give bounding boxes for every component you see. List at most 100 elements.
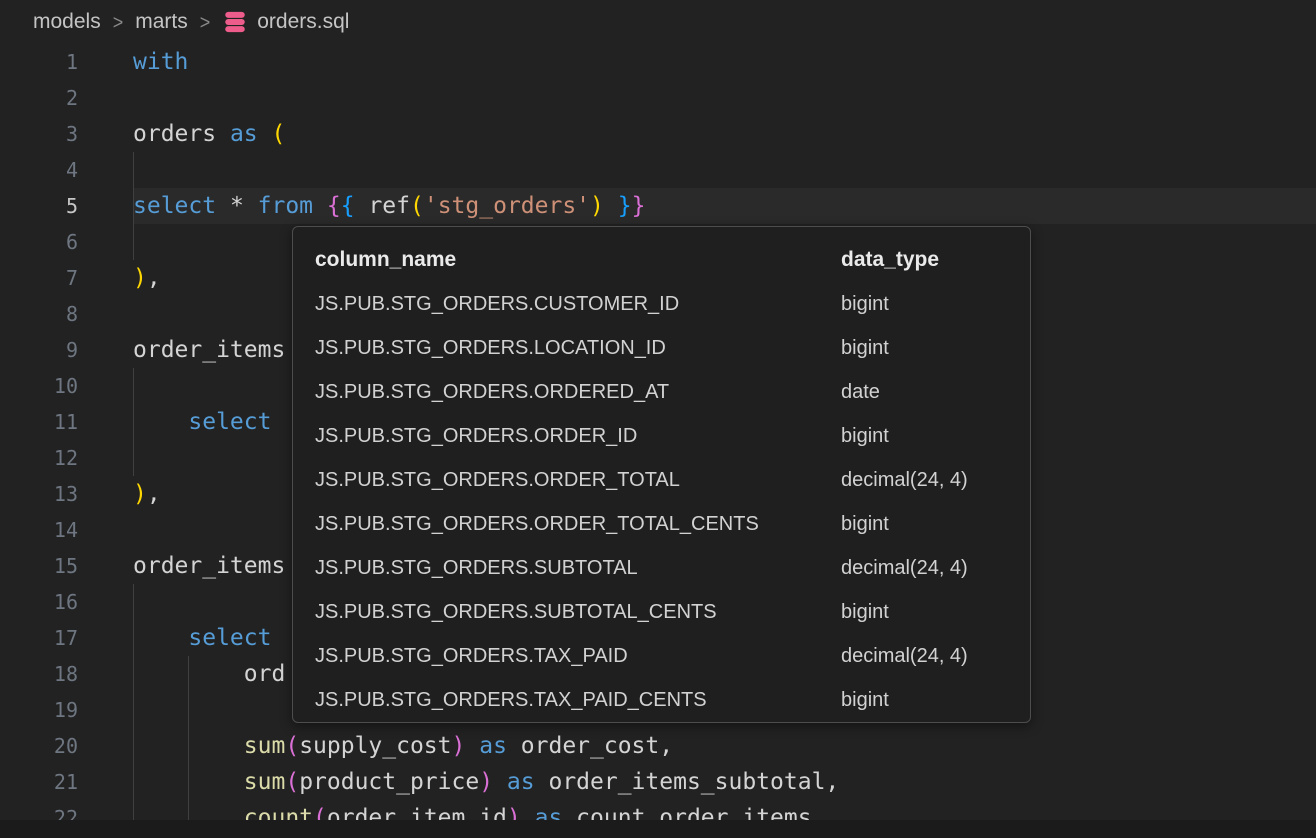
token-b2: ( bbox=[285, 769, 299, 795]
line-number-15[interactable]: 15 bbox=[0, 548, 78, 584]
line-number-1[interactable]: 1 bbox=[0, 44, 78, 80]
token-id bbox=[493, 769, 507, 795]
indent-guide bbox=[133, 224, 134, 260]
tooltip-column-row-2: JS.PUB.STG_ORDERS.ORDERED_ATdate bbox=[315, 370, 1008, 414]
data-type-value: bigint bbox=[841, 293, 1008, 316]
line-number-3[interactable]: 3 bbox=[0, 116, 78, 152]
code-line-2[interactable]: 2 bbox=[0, 80, 1316, 116]
token-kw: from bbox=[258, 193, 313, 219]
token-b2: } bbox=[632, 193, 646, 219]
column-info-tooltip: column_name data_type JS.PUB.STG_ORDERS.… bbox=[292, 226, 1031, 723]
token-id: ref bbox=[355, 193, 410, 219]
column-name-value: JS.PUB.STG_ORDERS.TAX_PAID_CENTS bbox=[315, 689, 841, 712]
code-text: ), bbox=[133, 476, 161, 512]
code-text: select * from {{ ref('stg_orders') }} bbox=[133, 188, 645, 224]
code-line-1[interactable]: 1 with bbox=[0, 44, 1316, 80]
token-id: , bbox=[147, 265, 161, 291]
token-kw: select bbox=[188, 409, 271, 435]
token-b2: { bbox=[327, 193, 341, 219]
line-number-14[interactable]: 14 bbox=[0, 512, 78, 548]
token-b1: ( bbox=[272, 121, 286, 147]
line-number-19[interactable]: 19 bbox=[0, 692, 78, 728]
data-type-value: bigint bbox=[841, 601, 1008, 624]
token-id bbox=[133, 769, 244, 795]
editor-bottom-edge bbox=[0, 820, 1316, 838]
token-id bbox=[133, 625, 188, 651]
token-id: orders bbox=[133, 121, 230, 147]
code-text: ord bbox=[133, 656, 285, 692]
line-number-17[interactable]: 17 bbox=[0, 620, 78, 656]
database-icon bbox=[222, 9, 248, 35]
breadcrumb-item-marts[interactable]: marts bbox=[135, 10, 188, 34]
line-number-6[interactable]: 6 bbox=[0, 224, 78, 260]
tooltip-column-row-0: JS.PUB.STG_ORDERS.CUSTOMER_IDbigint bbox=[315, 282, 1008, 326]
tooltip-header-row: column_name data_type bbox=[315, 238, 1008, 282]
token-kw: select bbox=[188, 625, 271, 651]
token-b1: ) bbox=[133, 265, 147, 291]
code-text: ), bbox=[133, 260, 161, 296]
line-number-20[interactable]: 20 bbox=[0, 728, 78, 764]
code-line-20[interactable]: 20 sum(supply_cost) as order_cost, bbox=[0, 728, 1316, 764]
indent-guide bbox=[188, 692, 189, 728]
column-name-value: JS.PUB.STG_ORDERS.ORDER_TOTAL_CENTS bbox=[315, 513, 841, 536]
code-line-21[interactable]: 21 sum(product_price) as order_items_sub… bbox=[0, 764, 1316, 800]
data-type-value: decimal(24, 4) bbox=[841, 557, 1008, 580]
code-text: with bbox=[133, 44, 188, 80]
token-kw: as bbox=[230, 121, 258, 147]
code-line-3[interactable]: 3 orders as ( bbox=[0, 116, 1316, 152]
column-name-value: JS.PUB.STG_ORDERS.ORDER_ID bbox=[315, 425, 841, 448]
token-id: order_items bbox=[133, 337, 285, 363]
token-id bbox=[465, 733, 479, 759]
chevron-right-icon: > bbox=[200, 10, 211, 34]
code-line-5[interactable]: 5 select * from {{ ref('stg_orders') }} bbox=[0, 188, 1316, 224]
code-text: sum(supply_cost) as order_cost, bbox=[133, 728, 673, 764]
column-name-value: JS.PUB.STG_ORDERS.ORDERED_AT bbox=[315, 381, 841, 404]
code-text: order_items bbox=[133, 332, 285, 368]
token-b3: { bbox=[341, 193, 355, 219]
line-number-4[interactable]: 4 bbox=[0, 152, 78, 188]
line-number-13[interactable]: 13 bbox=[0, 476, 78, 512]
tooltip-column-row-1: JS.PUB.STG_ORDERS.LOCATION_IDbigint bbox=[315, 326, 1008, 370]
column-name-value: JS.PUB.STG_ORDERS.CUSTOMER_ID bbox=[315, 293, 841, 316]
tooltip-header-data-type: data_type bbox=[841, 248, 1008, 272]
code-line-4[interactable]: 4 bbox=[0, 152, 1316, 188]
token-b1: ) bbox=[133, 481, 147, 507]
line-number-2[interactable]: 2 bbox=[0, 80, 78, 116]
data-type-value: decimal(24, 4) bbox=[841, 645, 1008, 668]
indent-guide bbox=[133, 152, 134, 188]
line-number-12[interactable]: 12 bbox=[0, 440, 78, 476]
code-text: select bbox=[133, 620, 271, 656]
line-number-5[interactable]: 5 bbox=[0, 188, 78, 224]
line-number-7[interactable]: 7 bbox=[0, 260, 78, 296]
token-id: product_price bbox=[299, 769, 479, 795]
line-number-21[interactable]: 21 bbox=[0, 764, 78, 800]
line-number-8[interactable]: 8 bbox=[0, 296, 78, 332]
line-number-9[interactable]: 9 bbox=[0, 332, 78, 368]
tooltip-column-row-3: JS.PUB.STG_ORDERS.ORDER_IDbigint bbox=[315, 414, 1008, 458]
line-number-16[interactable]: 16 bbox=[0, 584, 78, 620]
breadcrumb-item-models[interactable]: models bbox=[33, 10, 101, 34]
breadcrumb-item-file[interactable]: orders.sql bbox=[257, 10, 349, 34]
token-kw: with bbox=[133, 49, 188, 75]
token-b2: ) bbox=[452, 733, 466, 759]
token-id: ord bbox=[133, 661, 285, 687]
data-type-value: date bbox=[841, 381, 1008, 404]
tooltip-column-row-7: JS.PUB.STG_ORDERS.SUBTOTAL_CENTSbigint bbox=[315, 590, 1008, 634]
data-type-value: bigint bbox=[841, 513, 1008, 536]
column-name-value: JS.PUB.STG_ORDERS.SUBTOTAL_CENTS bbox=[315, 601, 841, 624]
tooltip-column-row-5: JS.PUB.STG_ORDERS.ORDER_TOTAL_CENTSbigin… bbox=[315, 502, 1008, 546]
line-number-10[interactable]: 10 bbox=[0, 368, 78, 404]
token-id bbox=[604, 193, 618, 219]
token-id bbox=[133, 409, 188, 435]
line-number-11[interactable]: 11 bbox=[0, 404, 78, 440]
editor-window: models > marts > orders.sql 1with23order… bbox=[0, 0, 1316, 838]
line-number-18[interactable]: 18 bbox=[0, 656, 78, 692]
indent-guide bbox=[133, 692, 134, 728]
token-fn: sum bbox=[244, 769, 286, 795]
token-id: * bbox=[216, 193, 258, 219]
tooltip-column-row-8: JS.PUB.STG_ORDERS.TAX_PAIDdecimal(24, 4) bbox=[315, 634, 1008, 678]
token-kw: as bbox=[507, 769, 535, 795]
token-b2: ( bbox=[285, 733, 299, 759]
token-id: order_cost, bbox=[507, 733, 673, 759]
token-id bbox=[313, 193, 327, 219]
